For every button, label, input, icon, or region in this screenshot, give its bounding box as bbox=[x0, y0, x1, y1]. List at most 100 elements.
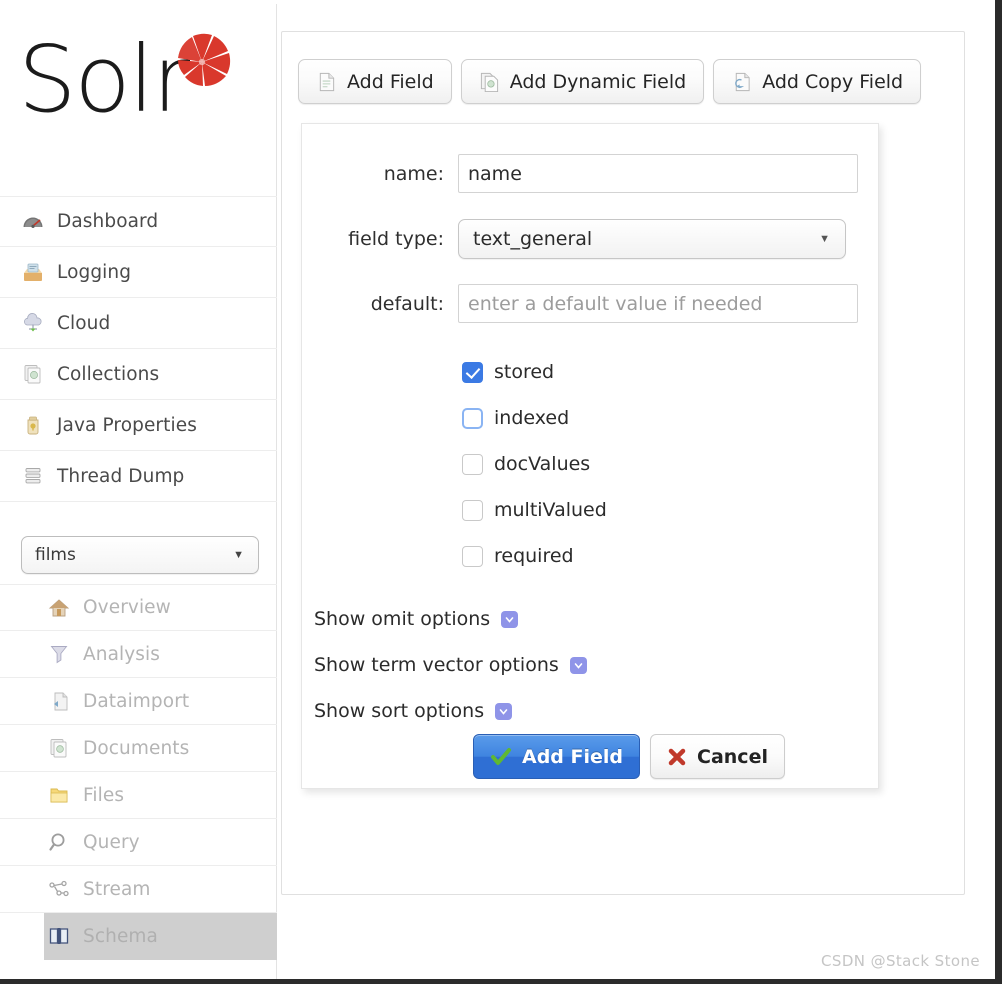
sidebar-item-collections[interactable]: Collections bbox=[0, 349, 277, 400]
field-type-value: text_general bbox=[473, 228, 593, 250]
sidebar-item-stream[interactable]: Stream bbox=[0, 866, 277, 913]
chevron-down-icon: ▼ bbox=[819, 233, 830, 245]
file-plain-icon bbox=[319, 72, 335, 91]
funnel-icon bbox=[50, 646, 68, 664]
multivalued-checkbox[interactable] bbox=[462, 499, 483, 521]
docvalues-checkbox[interactable] bbox=[462, 453, 483, 475]
stored-label: stored bbox=[494, 361, 555, 383]
sidebar-item-schema[interactable]: Schema bbox=[44, 913, 277, 960]
form-actions: Add Field Cancel bbox=[473, 734, 785, 779]
sidebar-item-label: Thread Dump bbox=[57, 465, 185, 487]
docvalues-label: docValues bbox=[494, 453, 591, 475]
sidebar-item-label: Dataimport bbox=[83, 690, 190, 712]
sidebar-item-analysis[interactable]: Analysis bbox=[0, 631, 277, 678]
collection-selector-value: films bbox=[35, 545, 76, 565]
submit-add-field-button[interactable]: Add Field bbox=[473, 734, 641, 779]
indexed-checkbox[interactable] bbox=[462, 407, 483, 429]
show-sort-options-label: Show sort options bbox=[314, 700, 485, 722]
sidebar-item-documents[interactable]: Documents bbox=[0, 725, 277, 772]
show-omit-options-row[interactable]: Show omit options bbox=[314, 596, 587, 642]
name-input[interactable] bbox=[458, 154, 858, 193]
file-dynamic-icon bbox=[480, 72, 498, 92]
sidebar-item-query[interactable]: Query bbox=[0, 819, 277, 866]
sidebar-item-label: Overview bbox=[83, 597, 171, 618]
collections-icon bbox=[24, 365, 41, 384]
sidebar-item-dataimport[interactable]: Dataimport bbox=[0, 678, 277, 725]
cancel-label: Cancel bbox=[697, 745, 768, 768]
check-icon bbox=[490, 747, 512, 767]
sidebar-item-thread-dump[interactable]: Thread Dump bbox=[0, 451, 277, 502]
add-copy-field-toolbar-button[interactable]: Add Copy Field bbox=[713, 59, 922, 104]
solr-sunburst-icon bbox=[178, 33, 231, 86]
sidebar-item-overview[interactable]: Overview bbox=[0, 584, 277, 631]
multivalued-label: multiValued bbox=[494, 499, 607, 521]
default-row: default: bbox=[313, 284, 858, 323]
field-options-checkboxes: stored indexed docValues multiValued req bbox=[462, 349, 607, 579]
solr-logo-text: Solr bbox=[18, 26, 190, 133]
folder-icon bbox=[50, 788, 68, 803]
sidebar-item-files[interactable]: Files bbox=[0, 772, 277, 819]
schema-toolbar: Add Field Add Dynamic Field Add Copy Fie… bbox=[298, 59, 922, 104]
home-icon bbox=[48, 598, 70, 616]
page-edge-top bbox=[0, 0, 1002, 4]
add-dynamic-field-toolbar-button[interactable]: Add Dynamic Field bbox=[460, 59, 705, 104]
sidebar-item-label: Cloud bbox=[57, 312, 111, 334]
show-omit-options-label: Show omit options bbox=[314, 608, 491, 630]
sidebar-item-label: Logging bbox=[57, 261, 132, 283]
field-type-select[interactable]: text_general ▼ bbox=[458, 219, 846, 259]
sidebar-item-label: Files bbox=[83, 784, 125, 806]
default-label: default: bbox=[370, 292, 444, 315]
add-copy-field-toolbar-label: Add Copy Field bbox=[762, 70, 904, 93]
sidebar-item-java-properties[interactable]: Java Properties bbox=[0, 400, 277, 451]
watermark-text: CSDN @Stack Stone bbox=[821, 952, 980, 970]
java-properties-icon bbox=[27, 416, 39, 435]
x-icon bbox=[667, 747, 687, 767]
page-edge-right bbox=[995, 0, 1002, 984]
magnifier-icon bbox=[49, 833, 65, 851]
submit-add-field-label: Add Field bbox=[522, 745, 624, 768]
sidebar: Solr Dashboard Logging Cloud Collections… bbox=[0, 0, 277, 984]
show-sort-options-row[interactable]: Show sort options bbox=[314, 688, 587, 734]
expand-term-vector-options-icon[interactable] bbox=[569, 656, 587, 674]
schema-panel: Add Field Add Dynamic Field Add Copy Fie… bbox=[281, 31, 965, 895]
sidebar-item-label: Collections bbox=[57, 363, 160, 385]
show-options-group: Show omit options Show term vector optio… bbox=[314, 596, 587, 734]
collection-selector[interactable]: films ▼ bbox=[21, 536, 259, 574]
default-input[interactable] bbox=[458, 284, 858, 323]
sidebar-item-logging[interactable]: Logging bbox=[0, 247, 277, 298]
required-label: required bbox=[494, 545, 574, 567]
show-term-vector-options-row[interactable]: Show term vector options bbox=[314, 642, 587, 688]
add-field-form: name: field type: text_general ▼ default… bbox=[301, 123, 879, 789]
expand-sort-options-icon[interactable] bbox=[495, 702, 513, 720]
checkbox-row-indexed[interactable]: indexed bbox=[462, 395, 607, 441]
expand-omit-options-icon[interactable] bbox=[501, 610, 519, 628]
page-edge-bottom bbox=[0, 979, 1002, 984]
name-label: name: bbox=[383, 162, 444, 185]
documents-icon bbox=[50, 739, 67, 758]
checkbox-row-docvalues[interactable]: docValues bbox=[462, 441, 607, 487]
add-field-toolbar-button[interactable]: Add Field bbox=[298, 59, 452, 104]
show-term-vector-options-label: Show term vector options bbox=[314, 654, 559, 676]
field-type-label: field type: bbox=[348, 228, 444, 250]
sidebar-item-label: Java Properties bbox=[57, 414, 197, 436]
sidebar-item-cloud[interactable]: Cloud bbox=[0, 298, 277, 349]
add-field-toolbar-label: Add Field bbox=[347, 70, 434, 93]
sidebar-item-label: Analysis bbox=[83, 643, 161, 665]
cancel-button[interactable]: Cancel bbox=[650, 734, 785, 779]
book-icon bbox=[49, 928, 69, 944]
field-type-row: field type: text_general ▼ bbox=[313, 219, 846, 259]
checkbox-row-multivalued[interactable]: multiValued bbox=[462, 487, 607, 533]
required-checkbox[interactable] bbox=[462, 545, 483, 567]
stream-icon bbox=[49, 880, 69, 897]
stored-checkbox[interactable] bbox=[462, 361, 483, 383]
sidebar-item-label: Schema bbox=[83, 925, 158, 947]
sidebar-item-label: Documents bbox=[83, 737, 190, 759]
checkbox-row-stored[interactable]: stored bbox=[462, 349, 607, 395]
app-window: Solr Dashboard Logging Cloud Collections… bbox=[0, 0, 1002, 984]
checkbox-row-required[interactable]: required bbox=[462, 533, 607, 579]
file-copy-icon bbox=[735, 72, 750, 91]
chevron-down-icon: ▼ bbox=[233, 549, 244, 561]
solr-logo[interactable]: Solr bbox=[18, 28, 268, 158]
add-dynamic-field-toolbar-label: Add Dynamic Field bbox=[509, 70, 687, 93]
sidebar-item-dashboard[interactable]: Dashboard bbox=[0, 196, 277, 247]
